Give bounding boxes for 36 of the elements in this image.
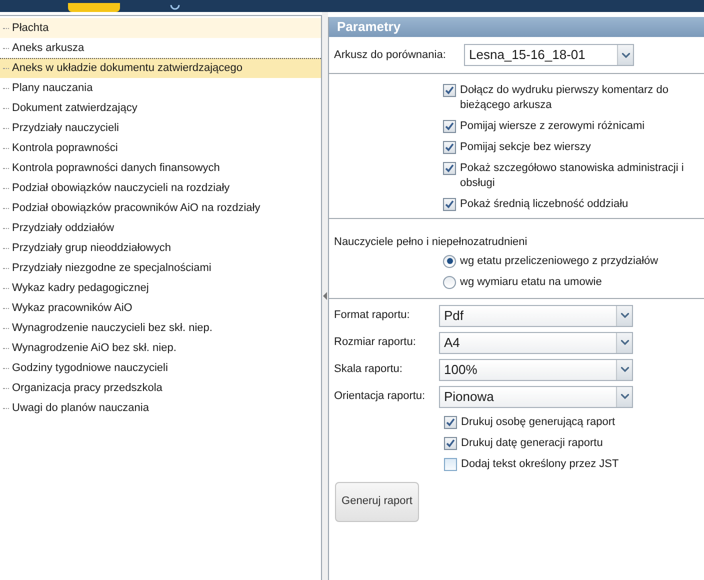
checkbox-label: Pokaż szczegółowo stanowiska administracji i obsługi <box>460 161 685 191</box>
panel-header: Parametry <box>329 17 704 37</box>
dropdown[interactable]: 100% <box>439 358 633 380</box>
field-label: Format raportu: <box>334 308 411 324</box>
checkbox[interactable] <box>444 416 457 428</box>
checkbox[interactable] <box>443 84 456 97</box>
dropdown[interactable]: Pdf <box>439 304 633 326</box>
field-label: Orientacja raportu: <box>334 389 426 404</box>
radio-button[interactable] <box>443 276 456 288</box>
checkbox-label: Drukuj datę generacji raportu <box>461 436 603 450</box>
radio-label: wg wymiaru etatu na umowie <box>460 274 602 290</box>
checkbox[interactable] <box>443 162 456 175</box>
checkbox-label: Dołącz do wydruku pierwszy komentarz do bieżącego arkusza <box>460 83 670 113</box>
section-label: Nauczyciele pełno i niepełnozatrudnieni <box>333 235 528 250</box>
checkbox-label: Pomijaj wiersze z zerowymi różnicami <box>460 119 645 134</box>
checkbox[interactable] <box>443 141 456 154</box>
dropdown[interactable]: Pionowa <box>439 386 633 408</box>
checkbox[interactable] <box>443 120 456 133</box>
checkbox-label: Dodaj tekst określony przez JST <box>461 456 619 472</box>
checkbox[interactable] <box>443 198 456 211</box>
generate-report-button[interactable]: Generuj raport <box>335 482 419 522</box>
checkbox-label: Pokaż średnią liczebność oddziału <box>460 197 628 212</box>
dropdown[interactable]: A4 <box>439 332 633 354</box>
radio-label: wg etatu przeliczeniowego z przydziałów <box>460 254 658 268</box>
field-label: Skala raportu: <box>334 362 404 378</box>
sheet-dropdown[interactable]: Lesna_15-16_18-01 <box>464 44 634 66</box>
radio-button[interactable] <box>443 254 456 268</box>
checkbox[interactable] <box>444 436 457 450</box>
field-label: Arkusz do porównania: <box>334 48 447 63</box>
tree-item[interactable]: Płachta <box>0 18 321 38</box>
field-label: Rozmiar raportu: <box>334 335 417 350</box>
collapse-arrow-icon[interactable] <box>323 292 327 300</box>
checkbox-label: Drukuj osobę generującą raport <box>461 414 616 430</box>
checkbox[interactable] <box>444 458 457 470</box>
tree-item[interactable]: Aneks w układzie dokumentu zatwierdzającego <box>0 58 321 78</box>
checkbox-label: Pomijaj sekcje bez wierszy <box>460 140 591 155</box>
